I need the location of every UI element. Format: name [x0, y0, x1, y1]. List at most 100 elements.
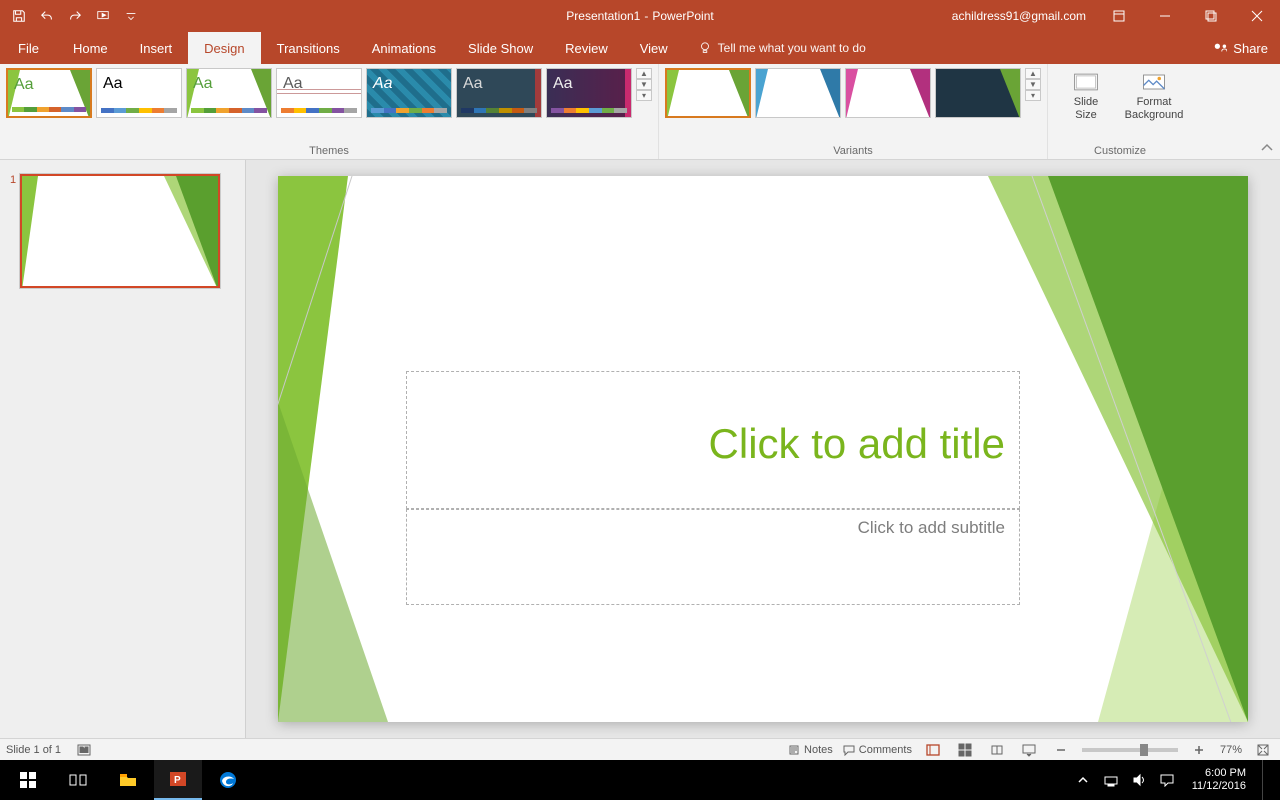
comments-label: Comments — [859, 744, 912, 756]
tab-file[interactable]: File — [0, 32, 57, 64]
themes-gallery: Aa Aa Aa Aa — [6, 68, 652, 118]
tray-overflow-button[interactable] — [1074, 771, 1092, 789]
variants-row-up[interactable]: ▲ — [1025, 68, 1041, 79]
task-view-button[interactable] — [54, 760, 102, 800]
slide-thumbnail-number: 1 — [10, 174, 16, 186]
comments-icon — [843, 744, 855, 756]
subtitle-placeholder[interactable]: Click to add subtitle — [406, 509, 1020, 605]
group-variants: ▲ ▼ ▾ Variants — [659, 64, 1048, 159]
tell-me-placeholder: Tell me what you want to do — [718, 41, 866, 55]
notes-label: Notes — [804, 744, 833, 756]
save-button[interactable] — [6, 4, 32, 28]
themes-gallery-scroll: ▲ ▼ ▾ — [636, 68, 652, 101]
quick-access-toolbar — [0, 4, 144, 28]
collapse-ribbon-button[interactable] — [1260, 141, 1274, 155]
app-name: PowerPoint — [652, 9, 713, 23]
reading-view-button[interactable] — [986, 741, 1008, 759]
tab-insert[interactable]: Insert — [124, 32, 189, 64]
minimize-button[interactable] — [1142, 0, 1188, 32]
group-themes-label: Themes — [6, 143, 652, 157]
variants-gallery-scroll: ▲ ▼ ▾ — [1025, 68, 1041, 101]
status-bar: Slide 1 of 1 Notes Comments 77% — [0, 738, 1280, 760]
format-background-button[interactable]: Format Background — [1122, 68, 1186, 122]
taskbar-date: 11/12/2016 — [1192, 780, 1246, 793]
comments-button[interactable]: Comments — [843, 744, 912, 756]
variant-green[interactable] — [665, 68, 751, 118]
themes-row-down[interactable]: ▼ — [636, 79, 652, 90]
svg-text:P: P — [174, 775, 181, 786]
title-placeholder-text: Click to add title — [407, 372, 1019, 468]
theme-facet[interactable]: Aa — [186, 68, 272, 118]
themes-more-button[interactable]: ▾ — [636, 90, 652, 101]
tab-transitions[interactable]: Transitions — [261, 32, 356, 64]
slide-thumbnail-preview[interactable] — [20, 174, 220, 288]
theme-ion[interactable]: Aa — [546, 68, 632, 118]
tab-animations[interactable]: Animations — [356, 32, 452, 64]
tab-review[interactable]: Review — [549, 32, 624, 64]
share-label: Share — [1233, 41, 1268, 56]
tab-slideshow[interactable]: Slide Show — [452, 32, 549, 64]
spellcheck-status-icon[interactable] — [73, 741, 95, 759]
action-center-icon[interactable] — [1158, 771, 1176, 789]
zoom-in-button[interactable] — [1188, 741, 1210, 759]
close-button[interactable] — [1234, 0, 1280, 32]
notes-button[interactable]: Notes — [788, 744, 833, 756]
qat-customize-button[interactable] — [118, 4, 144, 28]
slide-size-label: Slide Size — [1074, 96, 1098, 122]
theme-gallery-3[interactable]: Aa — [276, 68, 362, 118]
theme-facet-current[interactable]: Aa — [6, 68, 92, 118]
slide-size-button[interactable]: Slide Size — [1054, 68, 1118, 122]
redo-button[interactable] — [62, 4, 88, 28]
taskbar-time: 6:00 PM — [1192, 767, 1246, 780]
zoom-slider[interactable] — [1082, 748, 1178, 752]
title-placeholder[interactable]: Click to add title — [406, 371, 1020, 509]
share-icon — [1213, 41, 1227, 55]
slide-thumbnail-1[interactable]: 1 — [10, 174, 233, 288]
titlebar: Presentation1 - PowerPoint achildress91@… — [0, 0, 1280, 32]
theme-integral[interactable]: Aa — [366, 68, 452, 118]
theme-office[interactable]: Aa — [96, 68, 182, 118]
ribbon-body: Aa Aa Aa Aa — [0, 64, 1280, 160]
zoom-out-button[interactable] — [1050, 741, 1072, 759]
group-customize-label: Customize — [1054, 143, 1186, 157]
network-icon[interactable] — [1102, 771, 1120, 789]
variant-blue[interactable] — [755, 68, 841, 118]
tab-home[interactable]: Home — [57, 32, 124, 64]
undo-button[interactable] — [34, 4, 60, 28]
windows-taskbar: P 6:00 PM 11/12/2016 — [0, 760, 1280, 800]
themes-row-up[interactable]: ▲ — [636, 68, 652, 79]
show-desktop-button[interactable] — [1262, 760, 1268, 800]
tab-design[interactable]: Design — [188, 32, 260, 64]
slide-thumbnail-pane[interactable]: 1 — [0, 160, 246, 738]
variant-dark[interactable] — [935, 68, 1021, 118]
system-tray: 6:00 PM 11/12/2016 — [1074, 760, 1276, 800]
slide-canvas-pane[interactable]: Click to add title Click to add subtitle — [246, 160, 1280, 738]
edge-taskbar[interactable] — [204, 760, 252, 800]
slide-counter[interactable]: Slide 1 of 1 — [6, 744, 61, 756]
normal-view-button[interactable] — [922, 741, 944, 759]
volume-icon[interactable] — [1130, 771, 1148, 789]
taskbar-clock[interactable]: 6:00 PM 11/12/2016 — [1186, 767, 1252, 793]
account-label[interactable]: achildress91@gmail.com — [942, 9, 1096, 23]
start-from-beginning-button[interactable] — [90, 4, 116, 28]
theme-ion-dark[interactable]: Aa — [456, 68, 542, 118]
ribbon-display-options-button[interactable] — [1096, 0, 1142, 32]
slide-canvas[interactable]: Click to add title Click to add subtitle — [278, 176, 1248, 722]
share-button[interactable]: Share — [1201, 32, 1280, 64]
variant-pink[interactable] — [845, 68, 931, 118]
variants-more-button[interactable]: ▾ — [1025, 90, 1041, 101]
start-button[interactable] — [4, 760, 52, 800]
subtitle-placeholder-text: Click to add subtitle — [407, 510, 1019, 538]
tell-me-search[interactable]: Tell me what you want to do — [698, 32, 866, 64]
format-background-label: Format Background — [1125, 96, 1184, 122]
variants-row-down[interactable]: ▼ — [1025, 79, 1041, 90]
maximize-button[interactable] — [1188, 0, 1234, 32]
slide-sorter-view-button[interactable] — [954, 741, 976, 759]
fit-to-window-button[interactable] — [1252, 741, 1274, 759]
slideshow-view-button[interactable] — [1018, 741, 1040, 759]
tab-view[interactable]: View — [624, 32, 684, 64]
editor-area: 1 Click to add title Click to add subtit… — [0, 160, 1280, 738]
file-explorer-taskbar[interactable] — [104, 760, 152, 800]
zoom-percent[interactable]: 77% — [1220, 744, 1242, 756]
powerpoint-taskbar[interactable]: P — [154, 760, 202, 800]
